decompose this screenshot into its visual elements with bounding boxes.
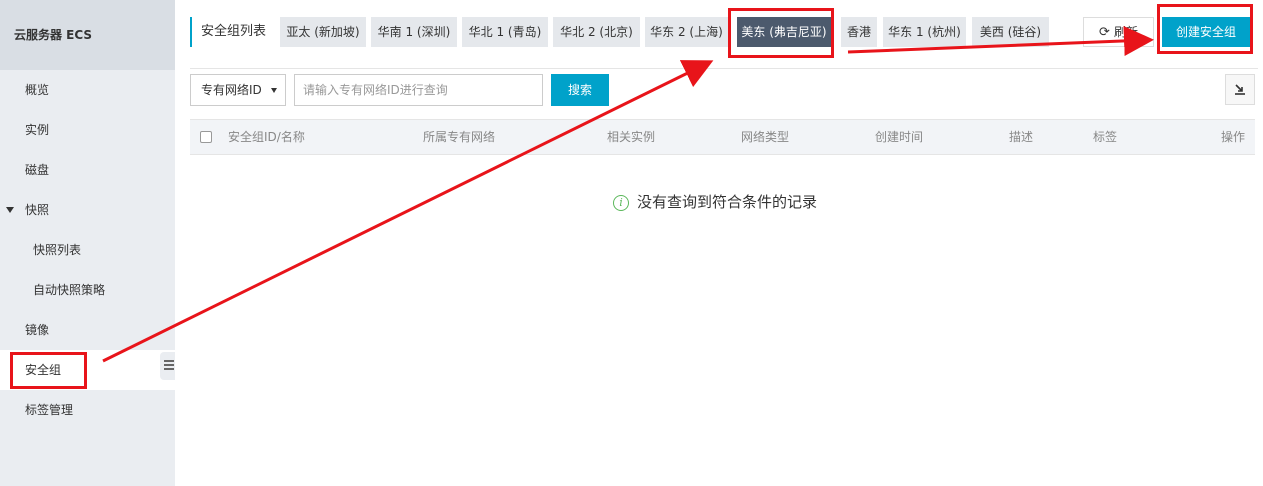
column-header: 相关实例 <box>607 130 656 144</box>
column-header: 标签 <box>1093 130 1118 144</box>
ecs-console: 云服务器 ECS 概览 实例 磁盘 快照 快照列表 自动快照策略 镜像 安全组 … <box>0 0 1263 486</box>
divider <box>190 68 1258 69</box>
info-icon: i <box>613 195 629 211</box>
tab-region-hongkong[interactable]: 香港 <box>841 17 877 47</box>
sidebar-item-overview[interactable]: 概览 <box>0 70 175 110</box>
filter-field-select[interactable]: 专有网络ID <box>190 74 286 106</box>
sidebar-item-tag-management[interactable]: 标签管理 <box>0 390 175 430</box>
column-header: 描述 <box>1009 130 1034 144</box>
main-content: 安全组列表 亚太 (新加坡) 华南 1 (深圳) 华北 1 (青岛) 华北 2 … <box>190 0 1258 486</box>
sidebar-item-disks[interactable]: 磁盘 <box>0 150 175 190</box>
empty-state: i 没有查询到符合条件的记录 <box>613 192 817 212</box>
table-header: 安全组ID/名称 所属专有网络 相关实例 网络类型 创建时间 描述 标签 操作 <box>190 119 1255 155</box>
filter-field-value: 专有网络ID <box>201 83 262 97</box>
column-header: 安全组ID/名称 <box>228 130 305 144</box>
tab-region-singapore[interactable]: 亚太 (新加坡) <box>280 17 366 47</box>
search-button[interactable]: 搜索 <box>551 74 609 106</box>
search-input[interactable] <box>294 74 543 106</box>
sidebar-nav: 概览 实例 磁盘 快照 快照列表 自动快照策略 镜像 安全组 标签管理 <box>0 70 175 430</box>
sidebar-collapse-button[interactable] <box>160 352 175 380</box>
tab-region-virginia[interactable]: 美东 (弗吉尼亚) <box>737 17 831 47</box>
refresh-icon: ⟳ <box>1099 25 1110 40</box>
menu-collapse-icon <box>164 360 174 370</box>
caret-down-icon <box>6 207 14 213</box>
tab-region-qingdao[interactable]: 华北 1 (青岛) <box>462 17 548 47</box>
sidebar-item-images[interactable]: 镜像 <box>0 310 175 350</box>
create-security-group-button[interactable]: 创建安全组 <box>1162 17 1250 47</box>
tab-region-shenzhen[interactable]: 华南 1 (深圳) <box>371 17 457 47</box>
empty-message: 没有查询到符合条件的记录 <box>637 193 818 211</box>
column-header: 所属专有网络 <box>423 130 496 144</box>
column-header: 创建时间 <box>875 130 924 144</box>
refresh-label: 刷新 <box>1113 25 1138 39</box>
sidebar-item-instances[interactable]: 实例 <box>0 110 175 150</box>
tab-region-silicon-valley[interactable]: 美西 (硅谷) <box>972 17 1049 47</box>
tab-region-shanghai[interactable]: 华东 2 (上海) <box>645 17 728 47</box>
export-icon <box>1235 84 1245 95</box>
sidebar-item-snapshot-list[interactable]: 快照列表 <box>0 230 175 270</box>
tab-region-hangzhou[interactable]: 华东 1 (杭州) <box>883 17 966 47</box>
select-all-checkbox[interactable] <box>200 131 212 143</box>
page-title: 安全组列表 <box>190 17 266 47</box>
export-button[interactable] <box>1225 74 1255 105</box>
sidebar-group-label: 快照 <box>25 203 50 217</box>
sidebar-item-security-groups[interactable]: 安全组 <box>0 350 175 390</box>
tab-region-beijing[interactable]: 华北 2 (北京) <box>553 17 640 47</box>
sidebar: 云服务器 ECS 概览 实例 磁盘 快照 快照列表 自动快照策略 镜像 安全组 … <box>0 0 175 486</box>
column-header: 网络类型 <box>741 130 790 144</box>
sidebar-group-snapshots[interactable]: 快照 <box>0 190 175 230</box>
sidebar-item-auto-snapshot-policy[interactable]: 自动快照策略 <box>0 270 175 310</box>
chevron-down-icon <box>271 88 277 93</box>
refresh-button[interactable]: ⟳ 刷新 <box>1083 17 1154 47</box>
sidebar-title: 云服务器 ECS <box>0 0 175 70</box>
column-header: 操作 <box>1221 130 1246 144</box>
